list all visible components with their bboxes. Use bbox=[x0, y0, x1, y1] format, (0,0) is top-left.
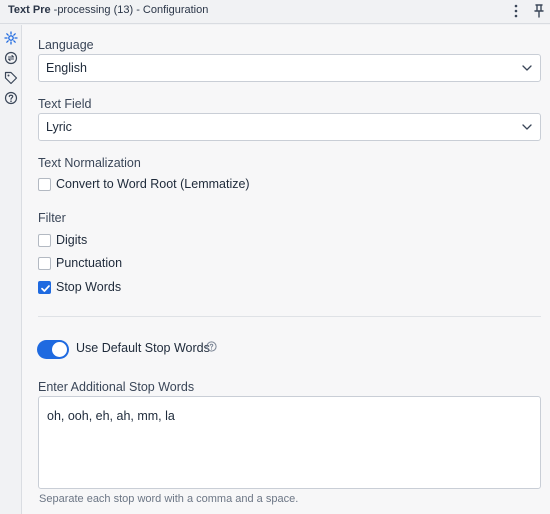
default-stop-words-toggle[interactable] bbox=[37, 340, 69, 359]
window-title-rest: -processing (13) - Configuration bbox=[53, 4, 209, 16]
punctuation-checkbox[interactable] bbox=[38, 257, 51, 270]
gear-icon[interactable] bbox=[4, 31, 18, 45]
chevron-down-icon bbox=[522, 124, 532, 130]
additional-stop-words-input[interactable]: oh, ooh, eh, ah, mm, la bbox=[38, 396, 541, 489]
additional-stop-words-label: Enter Additional Stop Words bbox=[38, 380, 195, 394]
default-stop-words-label: Use Default Stop Words bbox=[76, 341, 210, 355]
text-field-value: Lyric bbox=[46, 120, 72, 134]
language-value: English bbox=[46, 61, 87, 75]
help-icon[interactable] bbox=[206, 340, 217, 352]
punctuation-label: Punctuation bbox=[56, 256, 123, 270]
digits-label: Digits bbox=[56, 233, 88, 247]
stop-words-label: Stop Words bbox=[56, 280, 122, 294]
title-bar: Text Pre -processing (13) - Configuratio… bbox=[0, 0, 550, 24]
more-options-icon[interactable] bbox=[511, 2, 521, 20]
text-field-select[interactable]: Lyric bbox=[38, 113, 541, 141]
section-divider bbox=[38, 316, 541, 317]
window-title: Text Pre -processing (13) - Configuratio… bbox=[8, 4, 208, 16]
toggle-knob bbox=[52, 342, 67, 357]
additional-stop-words-value: oh, ooh, eh, ah, mm, la bbox=[47, 409, 175, 423]
text-field-label: Text Field bbox=[38, 97, 92, 111]
digits-checkbox[interactable] bbox=[38, 234, 51, 247]
checkmark-icon bbox=[41, 285, 50, 292]
text-normalization-label: Text Normalization bbox=[38, 156, 141, 170]
tag-icon[interactable] bbox=[4, 71, 18, 85]
stop-words-checkbox[interactable] bbox=[38, 281, 51, 294]
language-label: Language bbox=[38, 38, 94, 52]
window-title-bold: Text Pre bbox=[8, 4, 51, 16]
chevron-down-icon bbox=[522, 65, 532, 71]
language-select[interactable]: English bbox=[38, 54, 541, 82]
configuration-panel: Language English Text Field Lyric Text N… bbox=[22, 25, 550, 514]
filter-label: Filter bbox=[38, 211, 66, 225]
exchange-icon[interactable] bbox=[4, 51, 18, 65]
lemmatize-label: Convert to Word Root (Lemmatize) bbox=[56, 177, 250, 191]
side-toolbar bbox=[0, 25, 22, 514]
help-icon[interactable] bbox=[4, 91, 18, 105]
stop-words-hint: Separate each stop word with a comma and… bbox=[39, 493, 299, 505]
pin-icon[interactable] bbox=[532, 3, 546, 19]
lemmatize-checkbox[interactable] bbox=[38, 178, 51, 191]
